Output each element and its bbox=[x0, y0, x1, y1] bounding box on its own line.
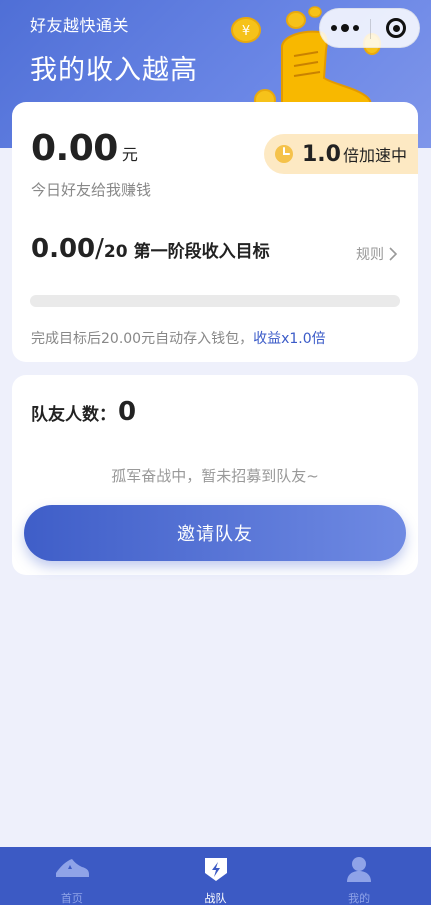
target-progress-bar bbox=[30, 295, 400, 307]
target-row: 0.00 / 20 第一阶段收入目标 bbox=[31, 234, 270, 264]
income-amount-row: 0.00 元 bbox=[31, 128, 138, 169]
team-card: 队友人数： 0 孤军奋战中，暂未招募到队友~ 邀请队友 bbox=[12, 375, 418, 575]
target-note-text: 完成目标后20.00元自动存入钱包， bbox=[31, 331, 254, 347]
header-subtitle: 好友越快通关 bbox=[30, 16, 130, 35]
team-count-value: 0 bbox=[118, 397, 137, 427]
coin-icon: ¥ bbox=[231, 17, 261, 43]
speed-badge: 1.0 倍加速中 bbox=[264, 134, 418, 174]
income-unit: 元 bbox=[121, 145, 138, 164]
target-total: 20 bbox=[103, 242, 128, 262]
more-dots-icon[interactable] bbox=[320, 9, 370, 47]
target-separator: / bbox=[95, 234, 104, 264]
target-note-highlight: 收益x1.0倍 bbox=[253, 331, 326, 347]
target-current: 0.00 bbox=[31, 234, 96, 264]
income-label: 今日好友给我赚钱 bbox=[31, 181, 152, 199]
chevron-right-icon bbox=[389, 247, 398, 261]
user-icon bbox=[347, 857, 372, 882]
tab-team-label: 战队 bbox=[204, 892, 227, 905]
mini-program-close-icon[interactable] bbox=[372, 9, 420, 47]
tab-mine[interactable]: 我的 bbox=[287, 847, 431, 905]
team-empty-tip: 孤军奋战中，暂未招募到队友~ bbox=[111, 467, 319, 485]
sneaker-icon bbox=[55, 859, 89, 877]
clock-icon bbox=[275, 145, 293, 163]
rules-link[interactable]: 规则 bbox=[356, 244, 398, 264]
rules-label: 规则 bbox=[356, 247, 384, 263]
mini-program-capsule bbox=[319, 8, 420, 48]
bottom-tab-bar: 首页 战队 我的 bbox=[0, 847, 431, 905]
team-shield-icon bbox=[204, 858, 227, 881]
svg-text:¥: ¥ bbox=[242, 24, 250, 39]
tab-team[interactable]: 战队 bbox=[144, 847, 288, 905]
target-label: 第一阶段收入目标 bbox=[133, 242, 270, 262]
income-amount: 0.00 bbox=[31, 128, 118, 169]
target-note: 完成目标后20.00元自动存入钱包，收益x1.0倍 bbox=[31, 328, 326, 348]
team-count-row: 队友人数： 0 bbox=[31, 397, 136, 427]
tab-home[interactable]: 首页 bbox=[0, 847, 144, 905]
speed-text: 倍加速中 bbox=[342, 146, 407, 165]
tab-home-label: 首页 bbox=[60, 892, 83, 905]
tab-mine-label: 我的 bbox=[348, 892, 371, 905]
team-count-label: 队友人数： bbox=[31, 405, 116, 425]
invite-teammate-button[interactable]: 邀请队友 bbox=[24, 505, 406, 561]
header-title: 我的收入越高 bbox=[30, 55, 198, 86]
speed-value: 1.0 bbox=[302, 141, 341, 167]
income-card: 0.00 元 今日好友给我赚钱 1.0 倍加速中 0.00 / 20 第一阶段收… bbox=[12, 102, 418, 362]
